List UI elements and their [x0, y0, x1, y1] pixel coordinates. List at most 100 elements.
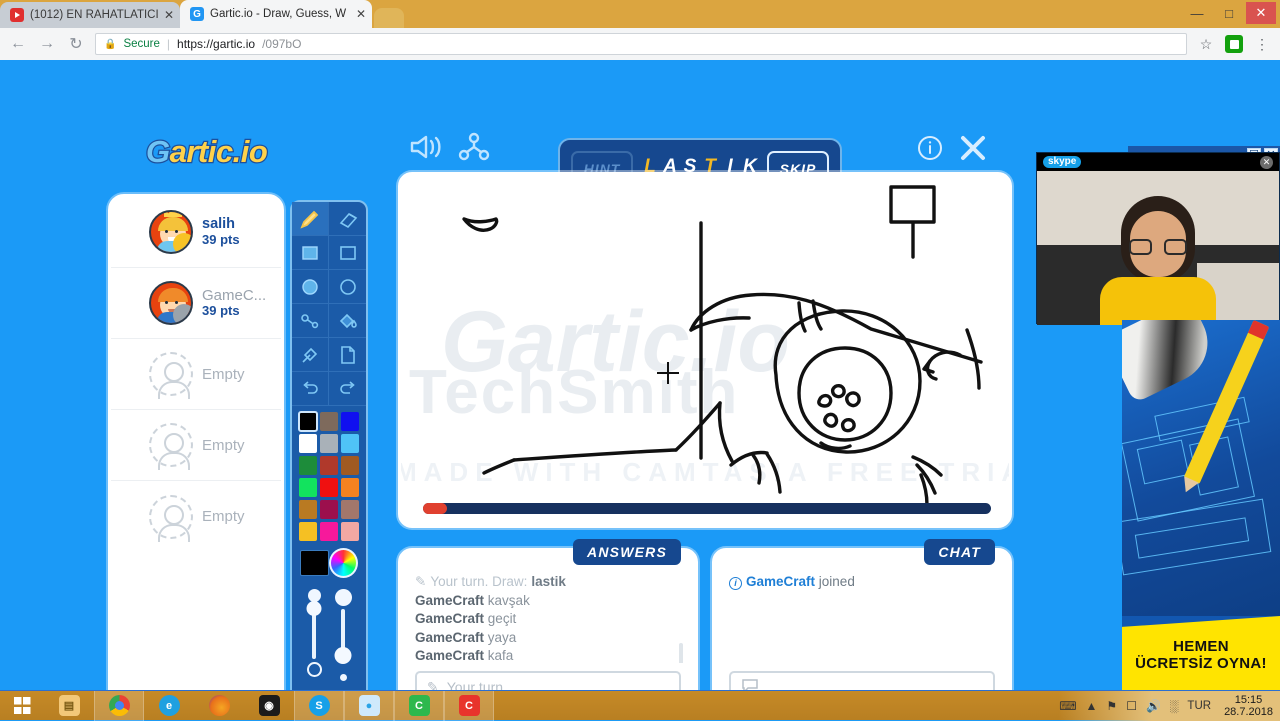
network-icon[interactable]: ⚑: [1106, 699, 1117, 713]
keyboard-icon[interactable]: ⌨: [1059, 699, 1076, 713]
brush-opacity-slider[interactable]: [334, 589, 352, 690]
color-swatch[interactable]: [320, 456, 338, 475]
color-swatch[interactable]: [341, 500, 359, 519]
color-swatch[interactable]: [320, 478, 338, 497]
browser-tab-strip: (1012) EN RAHATLATICI ✕ G Gartic.io - Dr…: [0, 0, 1280, 28]
tab-close-icon[interactable]: ✕: [164, 9, 174, 21]
slider-knob[interactable]: [334, 647, 352, 664]
color-swatch[interactable]: [341, 412, 359, 431]
current-color-swatch[interactable]: [300, 550, 329, 576]
taskbar-hotspot-shield[interactable]: ●: [344, 690, 394, 721]
color-swatch[interactable]: [341, 434, 359, 453]
show-hidden-icons-button[interactable]: ▲: [1086, 699, 1098, 713]
chat-input[interactable]: [729, 671, 995, 690]
bookmark-star-icon[interactable]: ☆: [1196, 36, 1216, 53]
slider-knob[interactable]: [306, 601, 322, 616]
url-path: /097bO: [262, 37, 302, 51]
brush-size-slider[interactable]: [306, 589, 322, 690]
clock[interactable]: 15:15 28.7.2018: [1220, 694, 1273, 718]
windows-start-icon[interactable]: [0, 691, 44, 721]
chrome-menu-icon[interactable]: ⋮: [1252, 36, 1272, 53]
filled-rectangle-icon[interactable]: [292, 236, 329, 270]
answers-scrollbar[interactable]: [679, 643, 683, 663]
reload-icon[interactable]: ↻: [66, 34, 86, 54]
answers-input[interactable]: ✎ Your turn: [415, 671, 681, 690]
color-swatch[interactable]: [341, 456, 359, 475]
gartic-logo[interactable]: Gartic.io: [145, 133, 269, 171]
player-row-empty[interactable]: Empty: [111, 481, 281, 552]
taskbar-chrome[interactable]: [94, 690, 144, 721]
color-swatch[interactable]: [341, 522, 359, 541]
skype-titlebar: skype ✕: [1037, 153, 1279, 171]
new-page-icon[interactable]: [329, 338, 366, 372]
player-row-empty[interactable]: Empty: [111, 410, 281, 481]
color-swatch[interactable]: [299, 478, 317, 497]
player-row-salih[interactable]: salih 39 pts: [111, 197, 281, 268]
info-icon[interactable]: [916, 134, 944, 167]
color-swatch[interactable]: [299, 434, 317, 453]
browser-tab-gartic[interactable]: G Gartic.io - Draw, Guess, W ✕: [180, 0, 372, 28]
color-swatch[interactable]: [320, 412, 338, 431]
color-swatch[interactable]: [299, 522, 317, 541]
color-swatch[interactable]: [320, 500, 338, 519]
forward-icon[interactable]: →: [37, 35, 57, 53]
taskbar-file-explorer[interactable]: ▤: [44, 691, 94, 721]
speaker-icon[interactable]: [408, 132, 444, 167]
redo-icon[interactable]: [329, 372, 366, 406]
status-dot: [173, 233, 191, 252]
player-row-empty[interactable]: Empty: [111, 339, 281, 410]
paint-bucket-icon[interactable]: [329, 304, 366, 338]
drawing-canvas[interactable]: Gartic.io TechSmith MADE WITH CAMTASIA F…: [398, 172, 1012, 528]
slider-track[interactable]: [334, 609, 352, 664]
extension-icon[interactable]: [1225, 35, 1243, 53]
taskbar-camtasia-studio[interactable]: C: [444, 690, 494, 721]
new-tab-button[interactable]: [374, 8, 404, 28]
pencil-icon[interactable]: [292, 202, 329, 236]
eyedropper-icon[interactable]: [292, 338, 329, 372]
taskbar-camera-app[interactable]: ◉: [244, 691, 294, 721]
tool-grid: [292, 202, 366, 406]
player-row-gamecraft[interactable]: GameC... 39 pts: [111, 268, 281, 339]
pencil-icon: ✎: [415, 574, 427, 589]
ad-cta[interactable]: HEMEN ÜCRETSİZ OYNA!: [1122, 616, 1280, 690]
color-swatch[interactable]: [298, 411, 318, 432]
color-swatch[interactable]: [299, 500, 317, 519]
rectangle-outline-icon[interactable]: [329, 236, 366, 270]
color-swatch[interactable]: [299, 456, 317, 475]
filled-ellipse-icon[interactable]: [292, 270, 329, 304]
answers-panel: ANSWERS ✎ Your turn. Draw: lastik GameCr…: [398, 539, 698, 690]
color-wheel-icon[interactable]: [328, 548, 358, 578]
taskbar-camtasia-recorder[interactable]: C: [394, 690, 444, 721]
back-icon[interactable]: ←: [8, 35, 28, 53]
window-close-button[interactable]: ✕: [1246, 2, 1276, 24]
eraser-icon[interactable]: [329, 202, 366, 236]
message-nick: GameCraft: [415, 611, 485, 626]
address-bar[interactable]: 🔒 Secure | https://gartic.io/097bO: [95, 33, 1187, 55]
skype-window[interactable]: skype ✕: [1036, 152, 1280, 325]
taskbar-skype[interactable]: S: [294, 690, 344, 721]
action-center-icon[interactable]: ☐: [1126, 699, 1137, 713]
signal-icon[interactable]: ░: [1170, 699, 1179, 713]
taskbar-firefox[interactable]: [194, 691, 244, 721]
browser-tab-youtube[interactable]: (1012) EN RAHATLATICI ✕: [0, 2, 180, 28]
tab-close-icon[interactable]: ✕: [356, 8, 366, 20]
advertisement-banner[interactable]: HEMEN ÜCRETSİZ OYNA!: [1122, 320, 1280, 690]
line-icon[interactable]: [292, 304, 329, 338]
skype-close-button[interactable]: ✕: [1260, 155, 1273, 169]
round-progress-bar: [423, 503, 991, 514]
player-name: salih: [202, 216, 236, 233]
volume-icon[interactable]: 🔊: [1146, 699, 1161, 713]
taskbar-internet-explorer[interactable]: e: [144, 691, 194, 721]
language-indicator[interactable]: TUR: [1187, 700, 1211, 712]
color-swatch[interactable]: [341, 478, 359, 497]
close-game-icon[interactable]: [958, 134, 988, 167]
window-maximize-button[interactable]: □: [1214, 2, 1244, 24]
slider-track[interactable]: [306, 601, 322, 659]
ellipse-outline-icon[interactable]: [329, 270, 366, 304]
color-swatch[interactable]: [320, 522, 338, 541]
progress-fill: [423, 503, 447, 514]
share-icon[interactable]: [458, 132, 490, 167]
undo-icon[interactable]: [292, 372, 329, 406]
window-minimize-button[interactable]: —: [1182, 2, 1212, 24]
color-swatch[interactable]: [320, 434, 338, 453]
